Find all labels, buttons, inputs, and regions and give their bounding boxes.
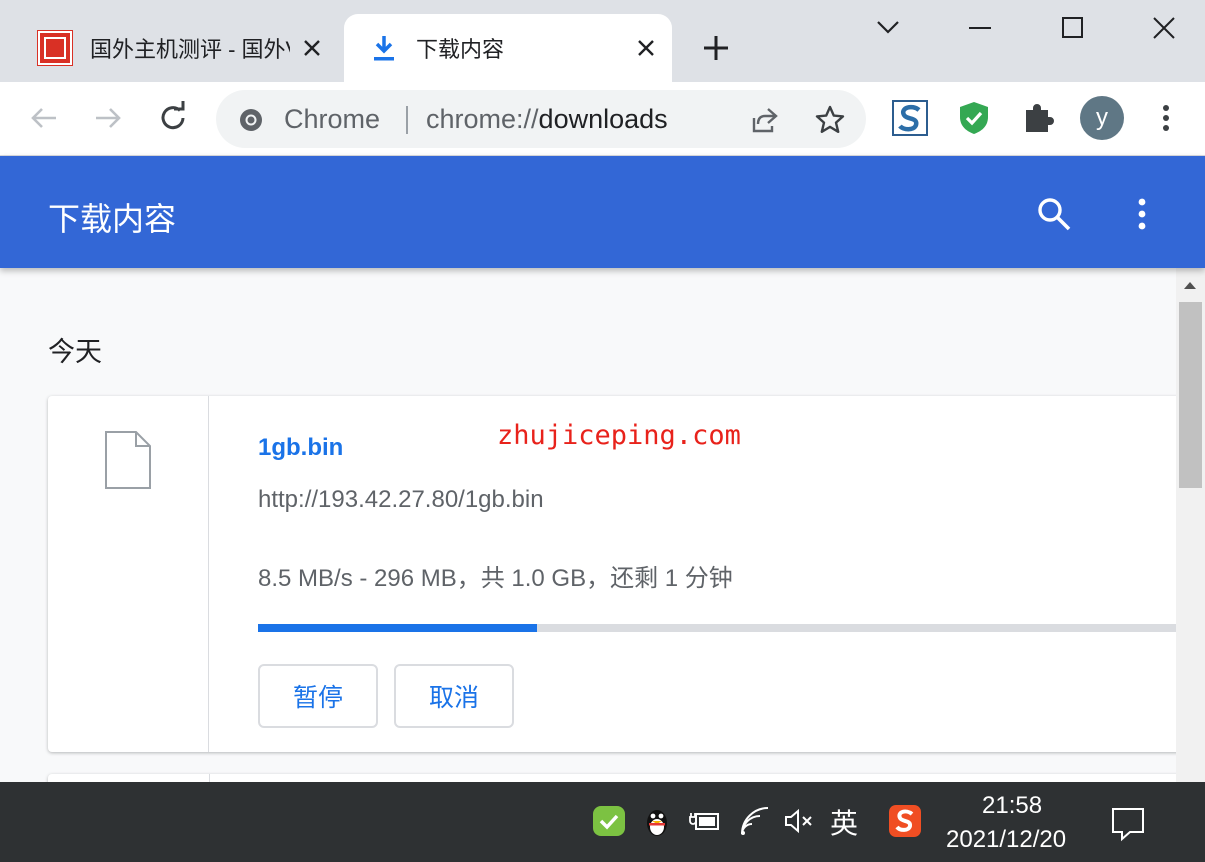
scroll-up-arrow-icon[interactable]	[1183, 280, 1197, 290]
tab-search-chevron-icon[interactable]	[868, 8, 908, 48]
volume-muted-tray-icon[interactable]	[782, 804, 816, 838]
close-window-icon[interactable]	[1144, 8, 1184, 48]
scrollbar-thumb[interactable]	[1179, 302, 1202, 488]
file-icon-column	[48, 396, 209, 752]
page-title: 下载内容	[48, 201, 177, 237]
maximize-icon[interactable]	[1052, 8, 1092, 48]
address-bar[interactable]: Chrome chrome://downloads	[216, 90, 866, 148]
browser-menu-icon[interactable]	[1150, 102, 1182, 134]
file-icon-column	[209, 774, 210, 782]
browser-toolbar: Chrome chrome://downloads y	[0, 82, 1205, 156]
security-check-tray-icon[interactable]	[592, 804, 626, 838]
file-source-url[interactable]: http://193.42.27.80/1gb.bin	[258, 486, 544, 514]
shield-check-icon[interactable]	[956, 100, 992, 136]
tab-zhujiceping[interactable]: 国外主机测评 - 国外VPS	[18, 14, 338, 82]
page-scrollbar[interactable]	[1176, 268, 1205, 782]
tab-close-icon[interactable]	[634, 36, 658, 60]
site-favicon-icon	[38, 31, 72, 65]
share-icon[interactable]	[748, 104, 780, 136]
clock-date[interactable]: 2021/12/20	[946, 826, 1066, 854]
download-progress-fill	[258, 624, 537, 632]
url-text: chrome://downloads	[426, 104, 668, 135]
download-progress-bar	[258, 624, 1176, 632]
extensions-puzzle-icon[interactable]	[1020, 100, 1056, 136]
tab-title: 国外主机测评 - 国外VPS	[90, 37, 290, 62]
notification-center-icon[interactable]	[1108, 804, 1148, 844]
bookmark-star-icon[interactable]	[814, 104, 846, 136]
qq-penguin-tray-icon[interactable]	[640, 804, 674, 838]
cancel-button[interactable]: 取消	[394, 664, 514, 728]
minimize-icon[interactable]	[960, 8, 1000, 48]
battery-plug-tray-icon[interactable]	[688, 804, 722, 838]
wifi-tray-icon[interactable]	[738, 804, 772, 838]
download-icon	[374, 36, 394, 61]
download-item-card	[48, 774, 1176, 782]
clock-time[interactable]: 21:58	[982, 792, 1042, 820]
tab-close-icon[interactable]	[300, 36, 324, 60]
reload-icon[interactable]	[155, 100, 191, 136]
s-extension-icon[interactable]	[892, 100, 928, 136]
tab-downloads[interactable]: 下载内容	[344, 14, 672, 82]
downloads-header: 下载内容	[0, 156, 1205, 268]
forward-arrow-icon[interactable]	[90, 100, 126, 136]
file-icon	[105, 431, 151, 489]
tab-strip: 国外主机测评 - 国外VPS 下载内容	[0, 0, 1205, 82]
chrome-logo-icon	[240, 109, 262, 131]
file-name-link[interactable]: 1gb.bin	[258, 434, 343, 462]
url-scheme: chrome://	[426, 104, 539, 134]
site-label: Chrome	[284, 104, 381, 134]
new-tab-plus-icon[interactable]	[698, 30, 734, 66]
watermark-text: zhujiceping.com	[497, 420, 741, 451]
profile-avatar[interactable]: y	[1080, 96, 1124, 140]
tab-title: 下载内容	[416, 37, 505, 62]
ime-language-indicator[interactable]: 英	[830, 802, 858, 842]
sogou-input-tray-icon[interactable]	[888, 804, 922, 838]
omnibox-divider	[406, 106, 408, 134]
date-heading: 今天	[48, 337, 102, 367]
more-options-icon[interactable]	[1126, 194, 1158, 234]
windows-taskbar: 英 21:58 2021/12/20	[0, 782, 1205, 862]
download-status: 8.5 MB/s - 296 MB，共 1.0 GB，还剩 1 分钟	[258, 565, 733, 592]
pause-button[interactable]: 暂停	[258, 664, 378, 728]
search-icon[interactable]	[1034, 194, 1074, 234]
url-host: downloads	[538, 104, 668, 134]
downloads-list: 今天 1gb.bin http://193.42.27.80/1gb.bin 8…	[0, 268, 1176, 782]
back-arrow-icon[interactable]	[26, 100, 62, 136]
